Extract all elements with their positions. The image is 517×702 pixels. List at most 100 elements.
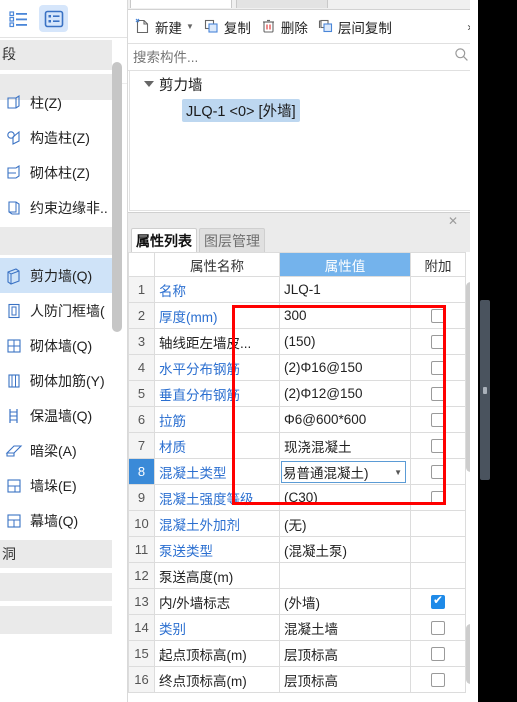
table-row[interactable]: 4 水平分布钢筋 (2)Φ16@150 <box>128 354 466 381</box>
property-value-cell[interactable]: (无) <box>279 510 411 537</box>
attach-cell[interactable] <box>410 666 466 693</box>
attach-cell[interactable] <box>410 276 466 303</box>
property-value-cell[interactable]: JLQ-1 <box>279 276 411 303</box>
property-name-cell[interactable]: 混凝土强度等级 <box>154 484 280 511</box>
attach-checkbox[interactable] <box>431 413 445 428</box>
sidebar-item-column[interactable]: 柱(Z) <box>0 85 116 120</box>
search-input[interactable] <box>133 49 423 65</box>
tree-node-shear-wall[interactable]: 剪力墙 <box>130 71 476 97</box>
attach-checkbox[interactable] <box>431 387 445 402</box>
property-value-cell[interactable]: (2)Φ12@150 <box>279 380 411 407</box>
attach-cell[interactable] <box>410 406 466 433</box>
tab-property-list[interactable]: 属性列表 <box>131 228 197 252</box>
tab-layer-manage[interactable]: 图层管理 <box>199 228 265 252</box>
new-button[interactable]: 新建 ▼ <box>130 14 197 40</box>
tab-component-list[interactable] <box>130 0 232 8</box>
delete-button[interactable]: 删除 <box>256 14 311 40</box>
attach-cell[interactable] <box>410 562 466 589</box>
sidebar-item-masonry-reinforcement[interactable]: 砌体加筋(Y) <box>0 363 116 398</box>
attach-cell[interactable] <box>410 614 466 641</box>
property-name-cell[interactable]: 混凝土外加剂 <box>154 510 280 537</box>
property-name-cell[interactable]: 拉筋 <box>154 406 280 433</box>
chevron-down-icon[interactable]: ▼ <box>394 468 402 477</box>
property-name-cell[interactable]: 材质 <box>154 432 280 459</box>
property-value-cell[interactable] <box>279 562 411 589</box>
table-row[interactable]: 3 轴线距左墙皮... (150) <box>128 328 466 355</box>
table-row[interactable]: 16 终点顶标高(m) 层顶标高 <box>128 666 466 693</box>
attach-cell[interactable] <box>410 302 466 329</box>
table-row[interactable]: 6 拉筋 Φ6@600*600 <box>128 406 466 433</box>
sidebar-item-curtain-wall[interactable]: 幕墙(Q) <box>0 503 116 538</box>
attach-checkbox[interactable] <box>431 465 445 480</box>
attach-cell[interactable] <box>410 354 466 381</box>
property-value-cell[interactable]: (外墙) <box>279 588 411 615</box>
copy-between-floors-button[interactable]: 层间复制 <box>313 14 395 40</box>
sidebar-item-door-frame-wall[interactable]: 人防门框墙( <box>0 293 116 328</box>
table-row[interactable]: 15 起点顶标高(m) 层顶标高 <box>128 640 466 667</box>
property-value-cell[interactable]: (混凝土泵) <box>279 536 411 563</box>
attach-cell[interactable] <box>410 432 466 459</box>
attach-cell[interactable] <box>410 380 466 407</box>
property-name-cell[interactable]: 名称 <box>154 276 280 303</box>
table-row[interactable]: 13 内/外墙标志 (外墙) <box>128 588 466 615</box>
property-value-cell[interactable]: 300 <box>279 302 411 329</box>
sidebar-item-wall-pier[interactable]: 墙垛(E) <box>0 468 116 503</box>
property-name-cell[interactable]: 终点顶标高(m) <box>154 666 280 693</box>
attach-checkbox[interactable] <box>431 361 445 376</box>
attach-checkbox[interactable] <box>431 309 445 324</box>
table-row[interactable]: 7 材质 现浇混凝土 <box>128 432 466 459</box>
list-view-button[interactable] <box>4 5 33 32</box>
attach-checkbox[interactable] <box>431 335 445 350</box>
sidebar-item-masonry-column[interactable]: 砌体柱(Z) <box>0 155 116 190</box>
tree-node-jlq1[interactable]: JLQ-1 <0> [外墙] <box>130 97 476 123</box>
attach-checkbox[interactable] <box>431 673 445 688</box>
header-attach[interactable]: 附加 <box>410 252 466 277</box>
property-value-cell[interactable]: Φ6@600*600 <box>279 406 411 433</box>
header-property-name[interactable]: 属性名称 <box>154 252 280 277</box>
attach-cell[interactable] <box>410 484 466 511</box>
close-icon[interactable]: ✕ <box>448 214 458 228</box>
table-row[interactable]: 10 混凝土外加剂 (无) <box>128 510 466 537</box>
value-dropdown[interactable]: 易普通混凝土) ▼ <box>281 461 406 483</box>
property-name-cell[interactable]: 混凝土类型 <box>154 458 280 485</box>
attach-cell[interactable] <box>410 328 466 355</box>
table-row[interactable]: 9 混凝土强度等级 (C30) <box>128 484 466 511</box>
search-icon[interactable] <box>454 47 469 67</box>
property-name-cell[interactable]: 垂直分布钢筋 <box>154 380 280 407</box>
expand-triangle-icon[interactable] <box>144 81 154 87</box>
attach-cell[interactable] <box>410 640 466 667</box>
property-name-cell[interactable]: 泵送类型 <box>154 536 280 563</box>
property-name-cell[interactable]: 轴线距左墙皮... <box>154 328 280 355</box>
tab-secondary[interactable] <box>236 0 328 8</box>
attach-checkbox[interactable] <box>431 647 445 662</box>
table-row[interactable]: 14 类别 混凝土墙 <box>128 614 466 641</box>
attach-checkbox[interactable] <box>431 439 445 454</box>
attach-cell[interactable] <box>410 510 466 537</box>
property-name-cell[interactable]: 内/外墙标志 <box>154 588 280 615</box>
sidebar-item-shear-wall[interactable]: 剪力墙(Q) <box>0 258 116 293</box>
copy-button[interactable]: 复制 <box>199 14 254 40</box>
table-row[interactable]: 2 厚度(mm) 300 <box>128 302 466 329</box>
property-value-cell[interactable]: 易普通混凝土) ▼ <box>279 458 411 485</box>
sidebar-item-concealed-beam[interactable]: 暗梁(A) <box>0 433 116 468</box>
property-name-cell[interactable]: 类别 <box>154 614 280 641</box>
header-property-value[interactable]: 属性值 <box>279 252 411 277</box>
property-value-cell[interactable]: 现浇混凝土 <box>279 432 411 459</box>
detail-view-button[interactable] <box>39 5 68 32</box>
chevron-down-icon[interactable]: ▼ <box>186 22 194 31</box>
table-row[interactable]: 5 垂直分布钢筋 (2)Φ12@150 <box>128 380 466 407</box>
sidebar-item-insulation-wall[interactable]: 保温墙(Q) <box>0 398 116 433</box>
attach-cell[interactable] <box>410 458 466 485</box>
property-value-cell[interactable]: (150) <box>279 328 411 355</box>
property-value-cell[interactable]: 混凝土墙 <box>279 614 411 641</box>
property-value-cell[interactable]: (C30) <box>279 484 411 511</box>
table-row[interactable]: 8 混凝土类型 易普通混凝土) ▼ <box>128 458 466 485</box>
property-name-cell[interactable]: 泵送高度(m) <box>154 562 280 589</box>
attach-checkbox[interactable] <box>431 593 445 610</box>
sidebar-item-masonry-wall[interactable]: 砌体墙(Q) <box>0 328 116 363</box>
attach-cell[interactable] <box>410 536 466 563</box>
property-value-cell[interactable]: 层顶标高 <box>279 640 411 667</box>
property-name-cell[interactable]: 起点顶标高(m) <box>154 640 280 667</box>
attach-cell[interactable] <box>410 588 466 615</box>
sidebar-item-constrained-edge[interactable]: 约束边缘非.. <box>0 190 116 225</box>
